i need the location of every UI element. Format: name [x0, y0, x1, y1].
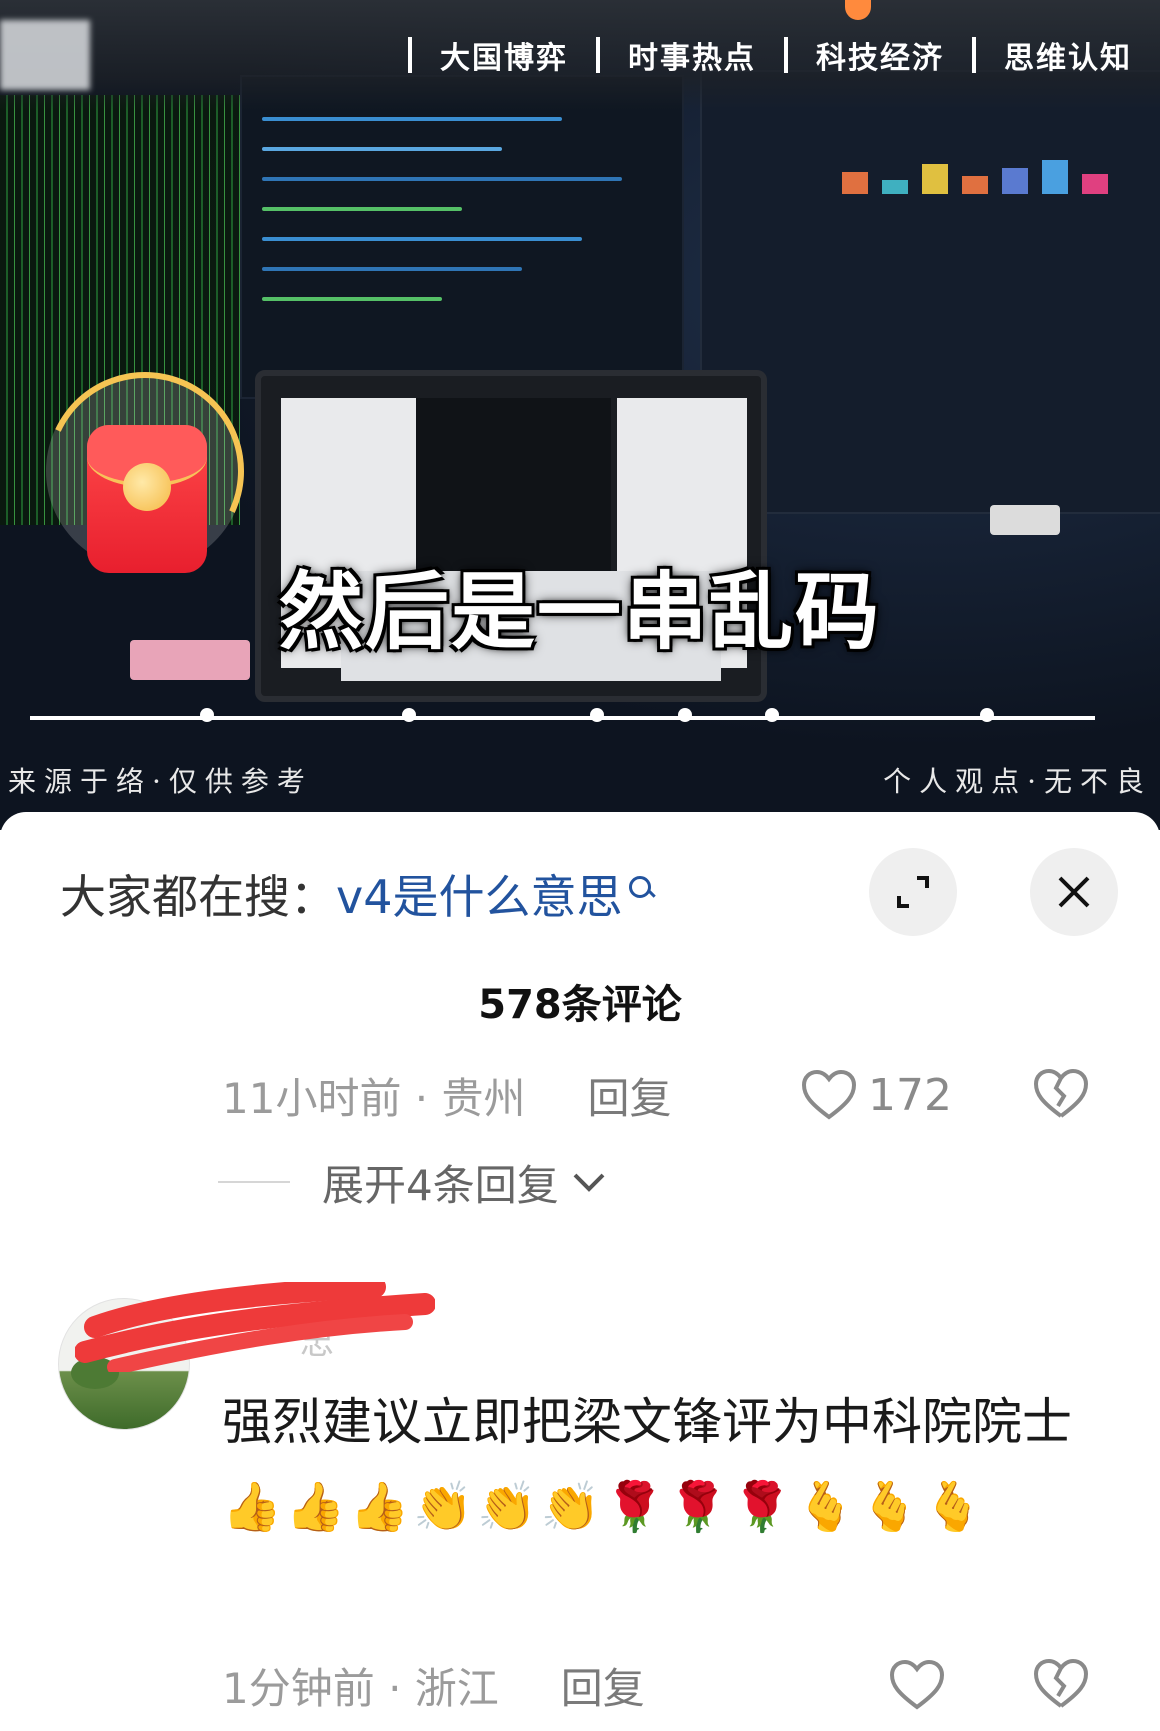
audio-waveform-progress[interactable] — [30, 708, 1095, 724]
background-monitor-center — [240, 75, 684, 399]
video-caption-strip: 来源于络·仅供参考 个人观点·无不良 — [0, 752, 1160, 807]
nav-item-3[interactable]: 思维认知 — [976, 33, 1160, 77]
caption-left: 来源于络·仅供参考 — [8, 764, 313, 798]
like-button[interactable]: 172 — [800, 1065, 952, 1125]
expand-button[interactable] — [869, 848, 957, 936]
nav-item-1[interactable]: 时事热点 — [600, 33, 784, 77]
reply-button[interactable]: 回复 — [588, 1065, 672, 1126]
comment-body-text: 强烈建议立即把梁文锋评为中科院院士 — [222, 1393, 1072, 1451]
caption-right: 个人观点·无不良 — [883, 764, 1152, 798]
comment-meta: 11小时前 · 贵州 回复 — [222, 1065, 672, 1125]
video-subtitle: 然后是一串乱码 — [278, 562, 881, 661]
category-nav: 大国博弈 时事热点 科技经济 思维认知 — [0, 0, 1160, 110]
trending-search[interactable]: 大家都在搜： v4是什么意思 — [60, 854, 656, 934]
close-icon — [1058, 876, 1090, 908]
video-player[interactable]: 大国博弈 时事热点 科技经济 思维认知 然后是一串乱码 来源于络·仅供参考 个人… — [0, 0, 1160, 830]
comment-time-location: 1分钟前 · 浙江 — [222, 1663, 499, 1713]
comment-text: 强烈建议立即把梁文锋评为中科院院士 👍👍👍👏👏👏🌹🌹🌹🫰🫰🫰 — [222, 1380, 1102, 1549]
heart-icon — [801, 1069, 857, 1120]
chevron-down-icon — [573, 1173, 605, 1192]
comment-emojis: 👍👍👍👏👏👏🌹🌹🌹🫰🫰🫰 — [222, 1479, 988, 1535]
expand-icon — [897, 876, 929, 908]
broken-heart-icon — [1033, 1658, 1089, 1708]
redaction-scribble — [75, 1282, 435, 1372]
close-button[interactable] — [1030, 848, 1118, 936]
comment-time-location: 11小时前 · 贵州 — [222, 1073, 526, 1123]
broken-heart-icon — [1033, 1068, 1089, 1118]
dislike-button[interactable] — [1032, 1068, 1090, 1124]
like-button[interactable] — [888, 1655, 946, 1715]
nav-item-2[interactable]: 科技经济 — [788, 33, 972, 77]
comment-meta: 1分钟前 · 浙江 回复 — [222, 1655, 645, 1715]
heart-icon — [889, 1659, 945, 1710]
expand-replies-label: 展开4条回复 — [322, 1160, 559, 1210]
dislike-button[interactable] — [1032, 1658, 1090, 1714]
blurred-logo — [0, 20, 90, 90]
trending-search-label: 大家都在搜： — [60, 870, 336, 924]
comment-count: 578条评论 — [478, 982, 682, 1028]
comments-sheet: 大家都在搜： v4是什么意思 578条评论 — [0, 812, 1160, 1731]
background-monitor-right — [700, 70, 1160, 514]
nav-item-0[interactable]: 大国博弈 — [412, 33, 596, 77]
expand-replies-button[interactable]: 展开4条回复 — [218, 1152, 609, 1212]
reply-button[interactable]: 回复 — [561, 1655, 645, 1716]
like-count: 172 — [868, 1069, 952, 1121]
search-icon — [628, 874, 656, 914]
trending-search-term[interactable]: v4是什么意思 — [336, 861, 623, 927]
